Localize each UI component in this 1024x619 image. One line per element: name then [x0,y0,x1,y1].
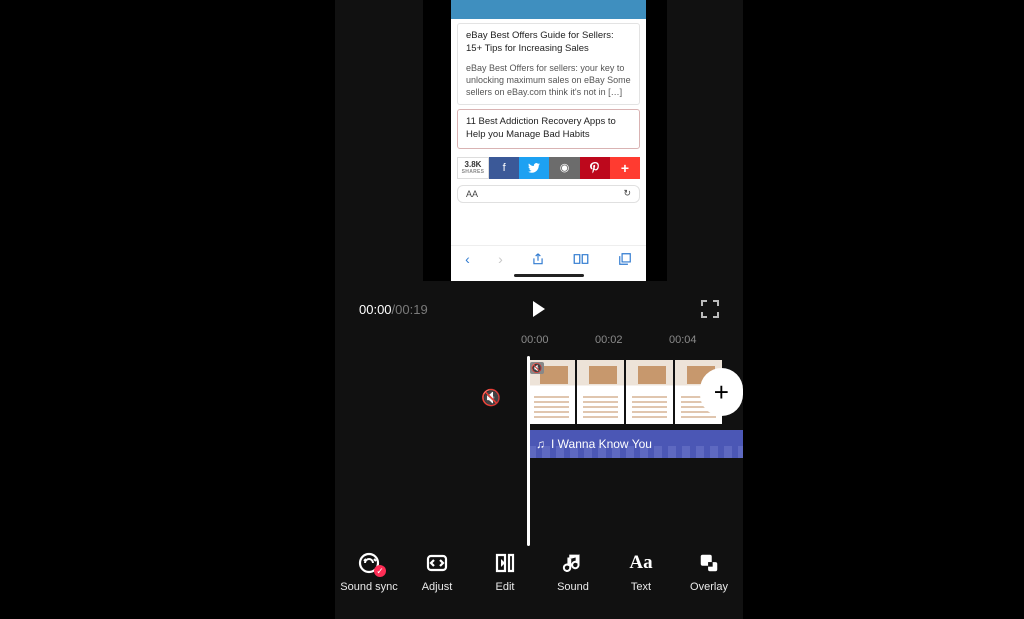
audio-title: I Wanna Know You [551,437,652,451]
overlay-button[interactable]: Overlay [680,551,738,593]
edit-button[interactable]: Edit [476,551,534,593]
add-clip-button[interactable]: + [700,368,743,416]
sound-sync-button[interactable]: ✓ Sound sync [340,551,398,593]
article-card-2: 11 Best Addiction Recovery Apps to Help … [457,109,640,149]
safari-url-bar: AA ↻ [457,185,640,203]
article-title: eBay Best Offers Guide for Sellers: 15+ … [466,30,631,56]
article-title: 11 Best Addiction Recovery Apps to Help … [466,116,631,142]
tool-label: Text [631,581,651,593]
reload-icon: ↻ [623,188,631,199]
fullscreen-button[interactable] [701,300,719,318]
adjust-button[interactable]: Adjust [408,551,466,593]
home-indicator [514,274,584,277]
clip-thumbnail[interactable] [626,360,673,424]
clip-thumbnail[interactable] [577,360,624,424]
share-icon [531,252,545,266]
timeline[interactable]: 🔇 + ♫ I Wanna Know You [528,360,743,458]
tabs-icon [618,252,632,266]
back-icon: ‹ [465,251,470,267]
toolbar: ✓ Sound sync Adjust Edit Sound Aa Text [335,551,743,611]
sound-button[interactable]: Sound [544,551,602,593]
time-current: 00:00 [359,302,392,317]
tool-label: Sound [557,581,589,593]
twitter-icon [519,157,549,179]
facebook-icon: f [489,157,519,179]
safari-toolbar: ‹ › [451,245,646,271]
article-card-1: eBay Best Offers Guide for Sellers: 15+ … [457,23,640,105]
share-more-icon: + [610,157,640,179]
overlay-icon [697,551,721,575]
sound-icon [561,551,585,575]
video-track[interactable]: 🔇 + [528,360,743,424]
text-icon: Aa [629,551,653,575]
share-generic-icon: ◉ [549,157,579,179]
ruler-tick: 00:02 [595,334,669,352]
video-preview[interactable]: eBay Best Offers Guide for Sellers: 15+ … [423,0,667,281]
tool-label: Adjust [422,581,453,593]
tool-label: Edit [496,581,515,593]
article-desc: eBay Best Offers for sellers: your key t… [466,62,631,98]
tool-label: Sound sync [340,581,397,593]
clip-mute-icon: 🔇 [530,362,544,374]
timeline-ruler[interactable]: 00:00 00:02 00:04 [521,334,743,352]
reader-icon: AA [466,189,478,199]
share-count-label: SHARES [462,169,485,175]
forward-icon: › [498,251,503,267]
audio-track[interactable]: ♫ I Wanna Know You [528,430,743,458]
music-note-icon: ♫ [536,437,545,451]
edit-icon [493,551,517,575]
phone-mockup: eBay Best Offers Guide for Sellers: 15+ … [451,0,646,281]
phone-header-bar [451,0,646,19]
playback-bar: 00:00 / 00:19 [359,295,719,323]
text-button[interactable]: Aa Text [612,551,670,593]
share-bar: 3.8K SHARES f ◉ + [457,157,640,179]
video-editor-app: eBay Best Offers Guide for Sellers: 15+ … [335,0,743,619]
sound-sync-badge: ✓ [374,565,386,577]
pinterest-icon [580,157,610,179]
ruler-tick: 00:04 [669,334,743,352]
play-button[interactable] [533,301,545,317]
share-count: 3.8K SHARES [457,157,489,179]
bookmarks-icon [573,253,589,265]
time-total: 00:19 [395,302,428,317]
playhead[interactable] [527,356,530,546]
ruler-tick: 00:00 [521,334,595,352]
share-count-value: 3.8K [465,160,482,169]
tool-label: Overlay [690,581,728,593]
clip-thumbnail[interactable]: 🔇 [528,360,575,424]
track-mute-button[interactable]: 🔇 [481,388,501,408]
adjust-icon [425,551,449,575]
